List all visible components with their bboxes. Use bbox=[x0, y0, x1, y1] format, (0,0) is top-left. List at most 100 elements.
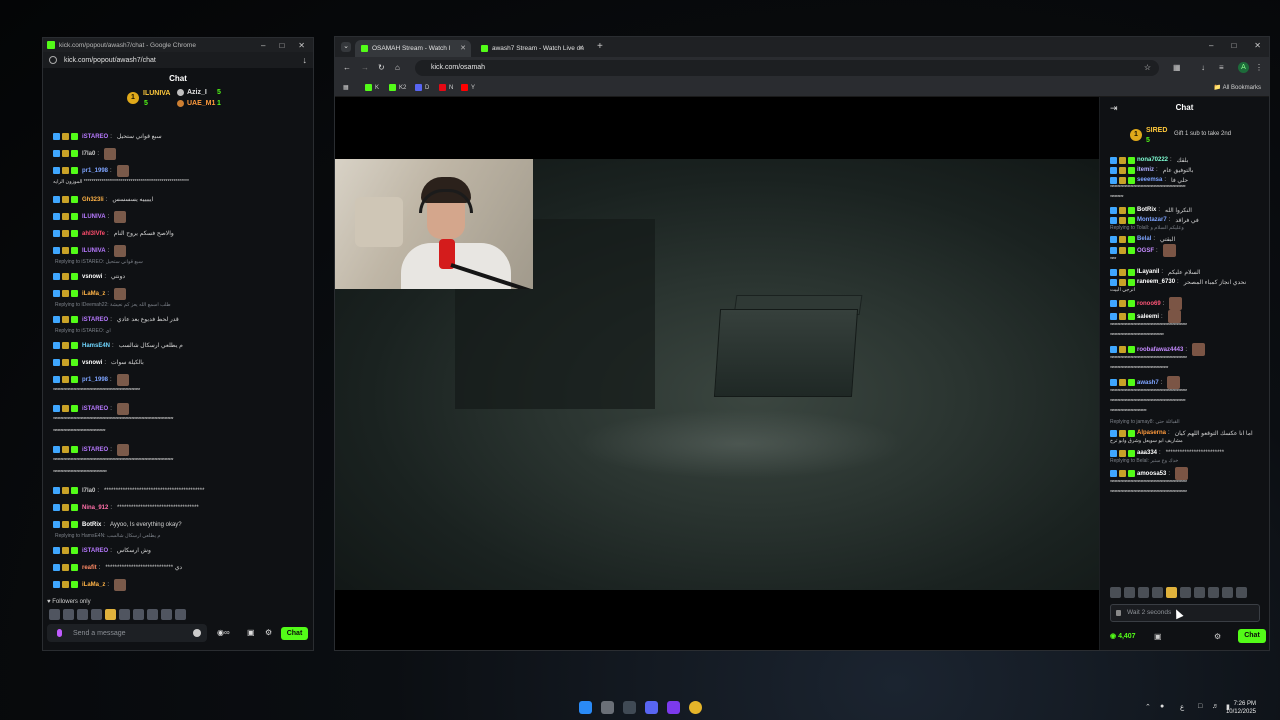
emote-icon[interactable] bbox=[63, 609, 74, 620]
emote-icon[interactable] bbox=[1110, 587, 1121, 598]
tab-close-icon[interactable]: ✕ bbox=[578, 44, 584, 52]
forward-icon[interactable]: → bbox=[361, 63, 369, 72]
side-chat-send-button[interactable]: Chat bbox=[1238, 629, 1266, 643]
popout-message-input[interactable]: Send a message bbox=[47, 624, 207, 642]
menu-kebab-icon[interactable]: ⋮ bbox=[1255, 63, 1263, 72]
volume-icon[interactable]: ♬ bbox=[1212, 703, 1219, 710]
chat-message[interactable]: roobafawaz4443: bbox=[1100, 343, 1269, 356]
chat-message[interactable]: BotRix: النكروا الله bbox=[1100, 205, 1269, 215]
back-icon[interactable]: ← bbox=[343, 63, 351, 72]
chat-username[interactable]: iLaMa_z bbox=[82, 582, 105, 588]
mic-tray-icon[interactable]: ● bbox=[1160, 703, 1164, 710]
chat-username[interactable]: itemiz bbox=[1137, 167, 1154, 173]
download-icon[interactable]: ↓ bbox=[1201, 63, 1205, 72]
stream-video-player[interactable] bbox=[335, 97, 1099, 650]
popout-chat-send-button[interactable]: Chat bbox=[281, 627, 308, 640]
chat-username[interactable]: ILUNIVA bbox=[82, 214, 106, 220]
chat-username[interactable]: saleemi bbox=[1137, 314, 1159, 320]
popout-message-list[interactable]: iSTAREO: سبع قواني ستحيل l7la0: pr1_1998: ال… bbox=[43, 128, 313, 594]
chat-message[interactable]: seeemsa: حلي فا bbox=[1100, 175, 1269, 185]
chat-username[interactable]: Alpaserna bbox=[1137, 430, 1166, 436]
profile-avatar[interactable]: A bbox=[1238, 62, 1249, 73]
chat-username[interactable]: OGSF bbox=[1137, 248, 1154, 254]
bookmark-item[interactable]: N bbox=[439, 84, 453, 91]
chat-username[interactable]: iSTAREO bbox=[82, 548, 108, 554]
emote-icon[interactable] bbox=[119, 609, 130, 620]
popout-gift-leaderboard[interactable]: 1 ILUNIVA 5 Aziz_I 5 UAE_M1 1 bbox=[43, 86, 313, 114]
emote-icon[interactable] bbox=[105, 609, 116, 620]
chrome-app-icon[interactable] bbox=[689, 701, 702, 714]
chat-message[interactable]: HamsE4N: م يطلعي ارسكال شالسب bbox=[43, 337, 313, 354]
chat-username[interactable]: pr1_1998 bbox=[82, 377, 108, 383]
reply-context[interactable]: Replying to IDeemah22: طلب اسمع الله يعز… bbox=[43, 302, 313, 311]
tab-osamah[interactable]: OSAMAH Stream - Watch l ✕ bbox=[355, 40, 471, 57]
address-bar[interactable]: kick.com/osamah ☆ bbox=[415, 60, 1159, 76]
chat-username[interactable]: awash7 bbox=[1137, 380, 1159, 386]
emote-icon[interactable] bbox=[161, 609, 172, 620]
emote-icon[interactable] bbox=[175, 609, 186, 620]
terminal-app-icon[interactable] bbox=[623, 701, 636, 714]
chat-username[interactable]: HamsE4N bbox=[82, 343, 110, 349]
chat-message[interactable]: l7la0: **********************************… bbox=[43, 482, 313, 499]
chat-username[interactable]: raneem_6730 bbox=[1137, 279, 1175, 285]
chat-message[interactable]: itemiz: بالتوفيق عام bbox=[1100, 165, 1269, 175]
collapse-chat-icon[interactable]: ⇥ bbox=[1110, 97, 1118, 119]
emote-icon[interactable] bbox=[1222, 587, 1233, 598]
tab-search-icon[interactable]: ⌄ bbox=[341, 42, 351, 52]
media-icon[interactable]: ≡ bbox=[1219, 63, 1224, 72]
bookmark-item[interactable]: D bbox=[415, 84, 429, 91]
chat-message[interactable]: Montazar7: في فراقد bbox=[1100, 215, 1269, 225]
language-indicator[interactable]: ع bbox=[1180, 703, 1184, 711]
home-icon[interactable]: ⌂ bbox=[395, 63, 400, 72]
download-icon[interactable]: ↓ bbox=[303, 55, 308, 65]
chat-username[interactable]: BotRix bbox=[82, 522, 101, 528]
discord-app-icon[interactable] bbox=[645, 701, 658, 714]
bookmark-star-icon[interactable]: ☆ bbox=[1144, 60, 1151, 76]
reply-context[interactable]: Replying to Tolall: وعليكم السلام و bbox=[1100, 225, 1269, 234]
emote-icon[interactable] bbox=[91, 609, 102, 620]
all-bookmarks[interactable]: 📁 All Bookmarks bbox=[1214, 84, 1261, 91]
chat-message[interactable]: l7la0: bbox=[43, 145, 313, 162]
side-gift-leaderboard[interactable]: 1 SIRED 5 Gift 1 sub to take 2nd bbox=[1100, 123, 1269, 151]
reply-context[interactable]: Replying to jamay8: القبائلة حتى bbox=[1100, 419, 1269, 428]
emote-icon[interactable] bbox=[49, 609, 60, 620]
bookmark-item[interactable]: K2 bbox=[389, 84, 406, 91]
chat-message[interactable]: pr1_1998: bbox=[43, 162, 313, 179]
reply-context[interactable]: Replying to HamsE4N: م يطلعي ارسكال شالس… bbox=[43, 533, 313, 542]
chat-username[interactable]: iLaMa_z bbox=[82, 291, 105, 297]
chat-message[interactable]: iLaMa_z: bbox=[43, 576, 313, 593]
chat-username[interactable]: ILUNIVA bbox=[82, 248, 106, 254]
emote-icon[interactable] bbox=[147, 609, 158, 620]
bookmark-item[interactable]: K bbox=[365, 84, 379, 91]
channel-points[interactable]: ◉ 4,407 bbox=[1110, 632, 1136, 640]
start-button-icon[interactable] bbox=[579, 701, 592, 714]
extensions-icon[interactable]: ▦ bbox=[1173, 63, 1181, 72]
chat-username[interactable]: vsnowi bbox=[82, 360, 102, 366]
reload-icon[interactable]: ↻ bbox=[378, 63, 385, 72]
emote-icon[interactable] bbox=[1180, 587, 1191, 598]
tab-close-icon[interactable]: ✕ bbox=[460, 44, 466, 52]
emote-icon[interactable] bbox=[1208, 587, 1219, 598]
emote-icon[interactable] bbox=[1124, 587, 1135, 598]
site-info-icon[interactable] bbox=[49, 56, 57, 64]
reply-context[interactable]: Replying to iSTAREO: سبع قواني ستحيل bbox=[43, 259, 313, 268]
emote-icon[interactable] bbox=[77, 609, 88, 620]
chat-username[interactable]: reafit bbox=[82, 565, 97, 571]
chat-message[interactable]: Alpaserna: اما انا عكسك التوقعو اللهم كيا… bbox=[1100, 428, 1269, 438]
chat-message[interactable]: iSTAREO: قدر لحط فديوع بعد عادي bbox=[43, 311, 313, 328]
microphone-icon[interactable] bbox=[57, 629, 62, 637]
chat-username[interactable]: roobafawaz4443 bbox=[1137, 347, 1183, 353]
chat-message[interactable]: BotRix: Ayyoo, Is everything okay? bbox=[43, 516, 313, 533]
maximize-icon[interactable]: □ bbox=[1231, 41, 1236, 50]
popout-emote-bar[interactable] bbox=[49, 609, 186, 620]
emote-icon[interactable] bbox=[1152, 587, 1163, 598]
chat-username[interactable]: Nina_912 bbox=[82, 505, 108, 511]
chat-message[interactable]: saleemi: bbox=[1100, 310, 1269, 323]
chat-message[interactable]: OGSF: bbox=[1100, 244, 1269, 257]
points-icon[interactable]: ◉∞ bbox=[217, 628, 230, 637]
task-view-icon[interactable] bbox=[601, 701, 614, 714]
chat-username[interactable]: iSTAREO bbox=[82, 317, 108, 323]
maximize-icon[interactable]: □ bbox=[279, 41, 284, 50]
apps-grid-icon[interactable]: ▦ bbox=[343, 84, 349, 91]
chat-message[interactable]: raneem_6730: نحدي انجاز كمباء المصحر bbox=[1100, 277, 1269, 287]
